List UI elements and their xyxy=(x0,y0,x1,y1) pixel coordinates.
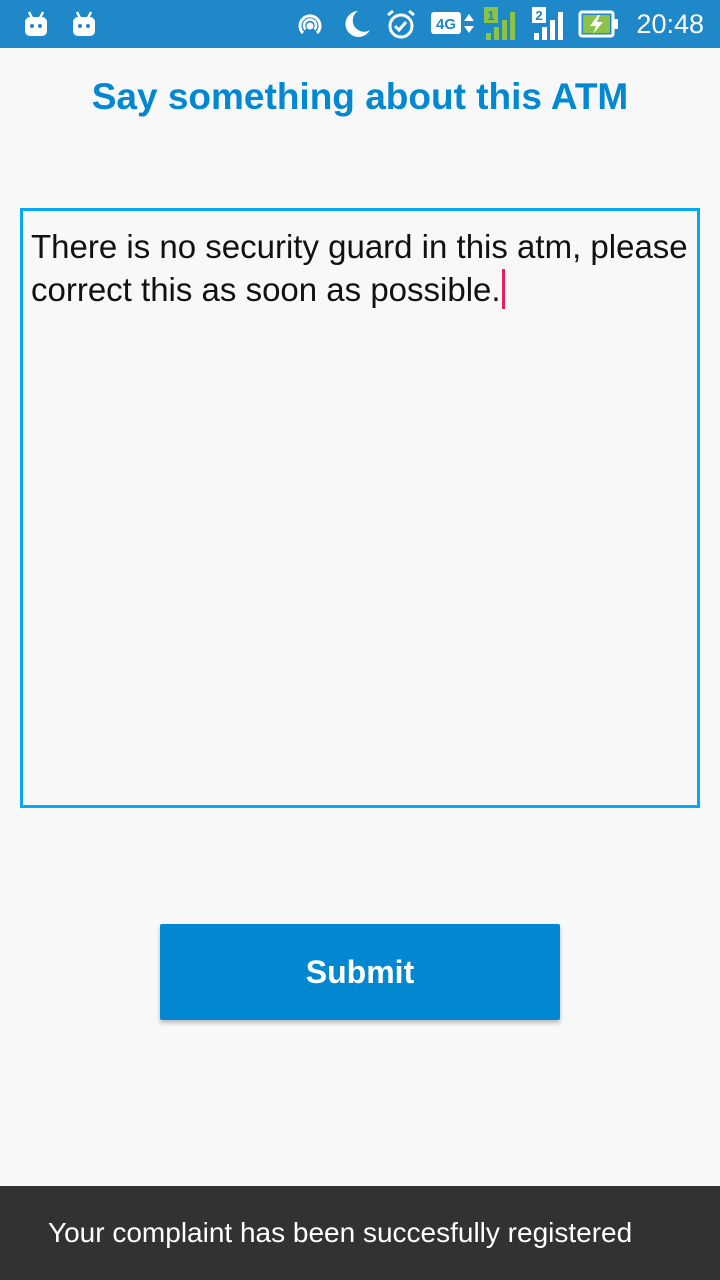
svg-text:2: 2 xyxy=(535,8,542,23)
complaint-text: There is no security guard in this atm, … xyxy=(31,228,688,308)
complaint-input[interactable]: There is no security guard in this atm, … xyxy=(20,208,700,808)
snackbar: Your complaint has been succesfully regi… xyxy=(0,1186,720,1280)
svg-text:1: 1 xyxy=(487,8,494,23)
complaint-input-text: There is no security guard in this atm, … xyxy=(31,225,691,311)
status-bar: 4G 1 2 20:48 xyxy=(0,0,720,48)
text-cursor xyxy=(501,269,505,309)
status-clock: 20:48 xyxy=(636,9,704,39)
android-notification-icon xyxy=(22,8,50,40)
snackbar-message: Your complaint has been succesfully regi… xyxy=(48,1217,633,1248)
submit-button[interactable]: Submit xyxy=(160,924,560,1020)
alarm-icon xyxy=(384,8,418,40)
battery-charging-icon xyxy=(578,10,620,42)
network-4g-icon: 4G xyxy=(430,9,478,41)
moon-icon xyxy=(338,8,372,40)
android-notification-icon xyxy=(70,8,98,40)
signal-sim1-icon: 1 xyxy=(482,6,522,40)
page-title: Say something about this ATM xyxy=(91,76,629,117)
hotspot-icon xyxy=(294,8,326,40)
signal-sim2-icon: 2 xyxy=(530,6,570,40)
svg-text:4G: 4G xyxy=(436,16,456,33)
